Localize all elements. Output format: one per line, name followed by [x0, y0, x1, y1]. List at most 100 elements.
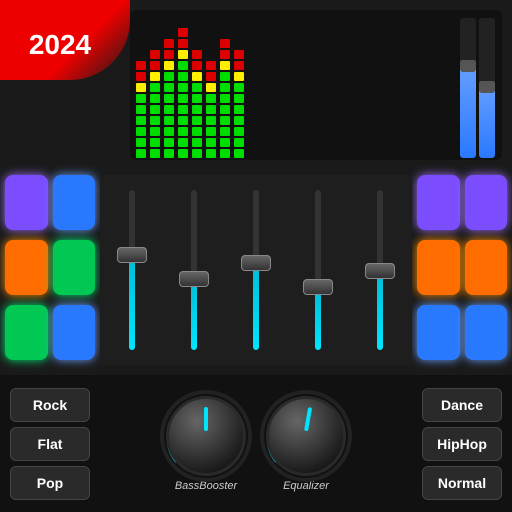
spectrum-segment — [192, 138, 202, 147]
spectrum-segment — [178, 83, 188, 92]
spectrum-segment — [164, 149, 174, 158]
bass-booster-knob-container: BassBooster — [166, 396, 246, 492]
pad-right-0[interactable] — [417, 175, 460, 230]
spectrum-bar-col — [163, 18, 175, 158]
spectrum-segment — [136, 127, 146, 136]
spectrum-segment — [206, 138, 216, 147]
spectrum-segment — [220, 39, 230, 48]
spectrum-segment — [206, 149, 216, 158]
pad-left-0[interactable] — [5, 175, 48, 230]
spectrum-segment — [192, 127, 202, 136]
spectrum-segment — [164, 127, 174, 136]
fader-thumb-2[interactable] — [241, 255, 271, 271]
preset-right-hiphop[interactable]: HipHop — [422, 427, 502, 461]
middle-section — [0, 170, 512, 370]
spectrum-segment — [164, 39, 174, 48]
spectrum-bar-col — [135, 18, 147, 158]
fader-1 — [167, 180, 221, 360]
spectrum-bar-col — [219, 18, 231, 158]
pad-right-3[interactable] — [465, 240, 508, 295]
spectrum-segment — [150, 105, 160, 114]
spectrum-segment — [192, 72, 202, 81]
pads-left — [5, 175, 95, 365]
spectrum-segment — [220, 138, 230, 147]
spectrum-segment — [234, 116, 244, 125]
spectrum-segment — [220, 61, 230, 70]
fader-4 — [353, 180, 407, 360]
fader-track-3 — [315, 190, 321, 350]
pad-right-2[interactable] — [417, 240, 460, 295]
spectrum-segment — [150, 127, 160, 136]
knobs-area: BassBooster Equalizer — [100, 380, 412, 507]
fader-thumb-3[interactable] — [303, 279, 333, 295]
spectrum-segment — [136, 116, 146, 125]
spectrum-segment — [234, 105, 244, 114]
volume-thumb-right[interactable] — [479, 81, 495, 93]
spectrum-segment — [234, 138, 244, 147]
fader-2 — [229, 180, 283, 360]
preset-left-rock[interactable]: Rock — [10, 388, 90, 422]
spectrum-segment — [234, 61, 244, 70]
spectrum-segment — [136, 61, 146, 70]
fader-fill-2 — [253, 262, 259, 350]
spectrum-segment — [136, 94, 146, 103]
fader-fill-3 — [315, 286, 321, 350]
spectrum-bar-col — [205, 18, 217, 158]
fader-fill-4 — [377, 270, 383, 350]
preset-right-dance[interactable]: Dance — [422, 388, 502, 422]
preset-left-pop[interactable]: Pop — [10, 466, 90, 500]
spectrum-segment — [178, 105, 188, 114]
spectrum-analyzer — [130, 10, 502, 160]
pad-left-3[interactable] — [53, 240, 96, 295]
spectrum-segment — [206, 61, 216, 70]
fader-thumb-0[interactable] — [117, 247, 147, 263]
spectrum-segment — [150, 50, 160, 59]
bass-booster-knob[interactable] — [166, 396, 246, 476]
spectrum-segment — [192, 94, 202, 103]
pad-right-4[interactable] — [417, 305, 460, 360]
spectrum-segment — [206, 94, 216, 103]
pad-left-1[interactable] — [53, 175, 96, 230]
spectrum-segment — [164, 72, 174, 81]
spectrum-segment — [192, 50, 202, 59]
spectrum-segment — [192, 116, 202, 125]
spectrum-segment — [178, 61, 188, 70]
fader-3 — [291, 180, 345, 360]
spectrum-segment — [136, 138, 146, 147]
pads-right — [417, 175, 507, 365]
spectrum-segment — [220, 127, 230, 136]
volume-bar-left — [460, 18, 476, 158]
fader-track-4 — [377, 190, 383, 350]
spectrum-segment — [164, 61, 174, 70]
spectrum-segment — [178, 116, 188, 125]
spectrum-segment — [220, 50, 230, 59]
spectrum-segment — [178, 149, 188, 158]
pad-right-5[interactable] — [465, 305, 508, 360]
presets-right: Dance HipHop Normal — [422, 388, 502, 500]
spectrum-segment — [178, 72, 188, 81]
pad-left-4[interactable] — [5, 305, 48, 360]
fader-thumb-1[interactable] — [179, 271, 209, 287]
year-banner: 2024 — [0, 0, 130, 80]
fader-track-2 — [253, 190, 259, 350]
spectrum-segment — [150, 138, 160, 147]
spectrum-segment — [192, 83, 202, 92]
pad-right-1[interactable] — [465, 175, 508, 230]
pad-left-5[interactable] — [53, 305, 96, 360]
spectrum-segment — [164, 138, 174, 147]
spectrum-segment — [164, 94, 174, 103]
spectrum-segment — [220, 72, 230, 81]
spectrum-segment — [136, 83, 146, 92]
fader-thumb-4[interactable] — [365, 263, 395, 279]
preset-right-normal[interactable]: Normal — [422, 466, 502, 500]
presets-left: Rock Flat Pop — [10, 388, 90, 500]
spectrum-bar-col — [233, 18, 245, 158]
pad-left-2[interactable] — [5, 240, 48, 295]
preset-left-flat[interactable]: Flat — [10, 427, 90, 461]
volume-thumb-left[interactable] — [460, 60, 476, 72]
spectrum-segment — [178, 39, 188, 48]
year-label: 2024 — [29, 29, 91, 61]
spectrum-bar-col — [191, 18, 203, 158]
spectrum-bar-col — [177, 18, 189, 158]
equalizer-knob[interactable] — [266, 396, 346, 476]
